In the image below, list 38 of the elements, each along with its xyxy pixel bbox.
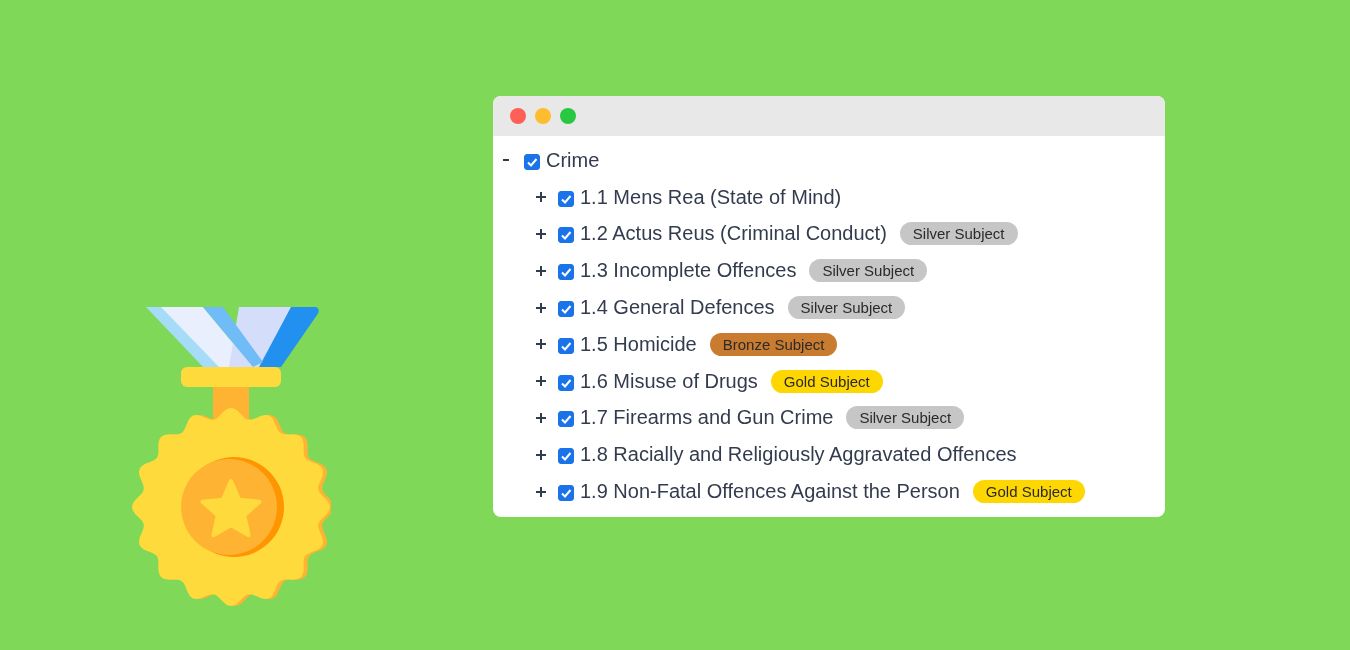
medal-icon — [131, 307, 331, 607]
subject-badge: Gold Subject — [972, 480, 1085, 504]
checkbox[interactable] — [558, 448, 574, 465]
plus-icon[interactable] — [535, 301, 547, 314]
plus-icon[interactable] — [535, 485, 547, 498]
tree-item-label[interactable]: 1.2 Actus Reus (Criminal Conduct) — [580, 222, 887, 246]
tree-item-label[interactable]: 1.6 Misuse of Drugs — [580, 369, 758, 393]
checkbox[interactable] — [558, 190, 574, 207]
plus-icon[interactable] — [535, 191, 547, 204]
plus-icon[interactable] — [535, 411, 547, 424]
subject-badge: Silver Subject — [846, 406, 965, 430]
tree-item-label[interactable]: 1.9 Non-Fatal Offences Against the Person — [580, 480, 960, 504]
tree-item-label[interactable]: 1.3 Incomplete Offences — [580, 259, 797, 283]
tree-item-label[interactable]: 1.4 General Defences — [580, 296, 775, 320]
tree-item-label[interactable]: 1.1 Mens Rea (State of Mind) — [580, 185, 842, 209]
tree-item-label[interactable]: 1.7 Firearms and Gun Crime — [580, 406, 834, 430]
tree-item-label[interactable]: 1.8 Racially and Religiously Aggravated Offences — [580, 443, 1017, 467]
checkbox[interactable] — [558, 411, 574, 428]
subject-badge: Silver Subject — [787, 296, 906, 320]
plus-icon[interactable] — [535, 375, 547, 388]
tree-item-label[interactable]: 1.5 Homicide — [580, 332, 697, 356]
checkbox[interactable] — [558, 264, 574, 281]
tree-item-label[interactable]: Crime — [546, 148, 600, 172]
checkbox[interactable] — [558, 301, 574, 318]
checkbox[interactable] — [558, 337, 574, 354]
checkbox[interactable] — [558, 227, 574, 244]
plus-icon[interactable] — [535, 264, 547, 277]
checkbox[interactable] — [524, 153, 540, 170]
subject-badge: Silver Subject — [809, 259, 928, 283]
subject-badge: Silver Subject — [899, 222, 1018, 246]
window-control-button[interactable] — [510, 108, 526, 124]
subject-badge: Gold Subject — [770, 369, 883, 393]
plus-icon[interactable] — [535, 338, 547, 351]
subject-badge: Bronze Subject — [709, 332, 838, 356]
plus-icon[interactable] — [535, 448, 547, 461]
checkbox[interactable] — [558, 374, 574, 391]
checkbox[interactable] — [558, 485, 574, 502]
plus-icon[interactable] — [535, 228, 547, 240]
